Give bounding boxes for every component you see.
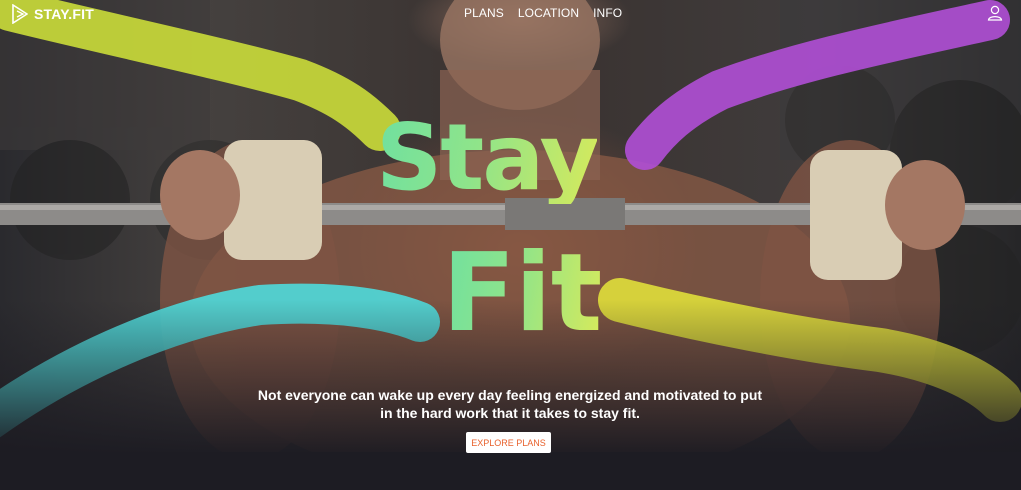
user-icon[interactable]	[987, 5, 1003, 21]
page-bottom-strip	[0, 452, 1021, 490]
hero-title-line-2: Fit	[442, 231, 602, 356]
nav-item-info[interactable]: INFO	[593, 6, 622, 20]
hero-tagline: Not everyone can wake up every day feeli…	[257, 387, 763, 421]
nav-item-location[interactable]: LOCATION	[518, 6, 579, 20]
hero-section	[0, 0, 1021, 452]
brand-name: STAY.FIT	[34, 6, 94, 22]
brand-logo[interactable]: STAY.FIT	[12, 4, 94, 24]
top-nav: PLANS LOCATION INFO	[464, 6, 622, 20]
nav-item-plans[interactable]: PLANS	[464, 6, 504, 20]
hero-title-line-1: Stay	[376, 104, 599, 211]
explore-plans-button[interactable]: EXPLORE PLANS	[466, 432, 551, 453]
play-triangle-logo-icon	[12, 4, 28, 24]
